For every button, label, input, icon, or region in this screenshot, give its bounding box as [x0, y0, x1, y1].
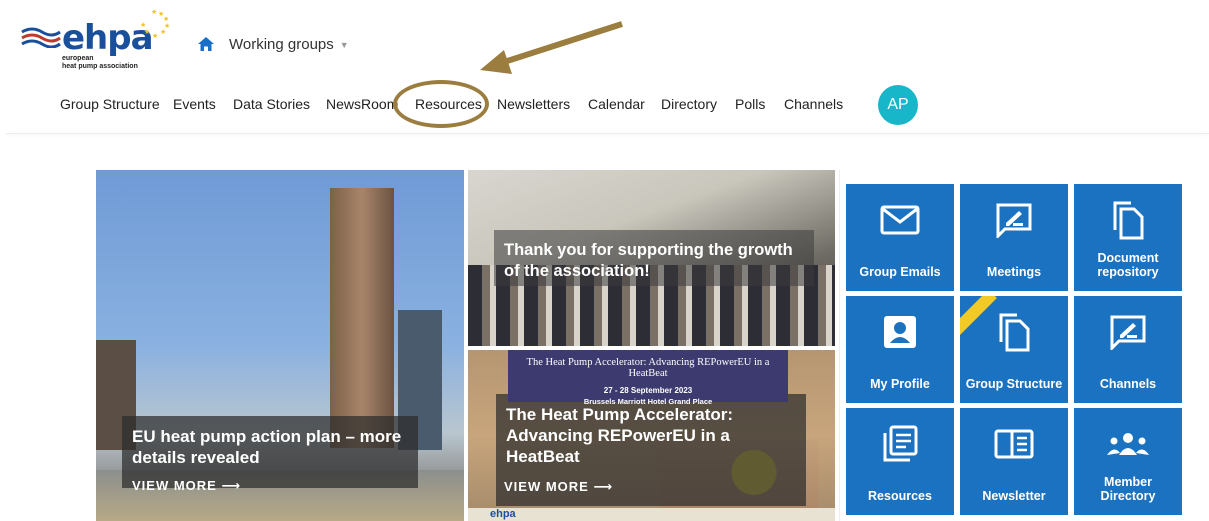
card-title: The Heat Pump Accelerator: Advancing REP… [506, 405, 734, 466]
svg-text:★: ★ [160, 28, 166, 36]
nav-item-polls[interactable]: Polls [735, 96, 765, 112]
tile-my-profile[interactable]: My Profile [846, 296, 954, 403]
resources-icon [883, 425, 918, 462]
caret-down-icon: ▼ [339, 39, 349, 50]
tile-group-emails[interactable]: Group Emails [846, 184, 954, 291]
banner-title: The Heat Pump Accelerator: Advancing REP… [526, 357, 770, 379]
chat-edit-icon [996, 203, 1032, 238]
card-title-box: Thank you for supporting the growth of t… [494, 230, 814, 286]
arrow-right-icon: ⟶ [593, 479, 614, 494]
nav-item-events[interactable]: Events [173, 96, 216, 112]
documents-icon [999, 313, 1030, 352]
arrow-right-icon: ⟶ [221, 478, 242, 493]
nav-item-newsroom[interactable]: NewsRoom [326, 96, 398, 112]
page: ehpa european heat pump association ★ ★ ★ … [0, 0, 1209, 521]
working-groups-dropdown[interactable]: Working groups ▼ [229, 36, 349, 53]
card-footer-strip: ehpa [468, 508, 835, 521]
annotation-arrow-icon [480, 21, 623, 74]
banner-date: 27 - 28 September 2023 [603, 386, 693, 395]
members-icon [1107, 433, 1149, 455]
footer-logo: ehpa [490, 508, 516, 520]
nav-item-group-structure[interactable]: Group Structure [60, 96, 160, 112]
tile-group-structure[interactable]: Group Structure [960, 296, 1068, 403]
tile-member-directory[interactable]: Member Directory [1074, 408, 1182, 515]
waves-icon [21, 27, 61, 48]
documents-icon [1113, 201, 1144, 240]
tile-channels[interactable]: Channels [1074, 296, 1182, 403]
nav-item-directory[interactable]: Directory [661, 96, 717, 112]
highlight-ring [393, 80, 489, 128]
eu-stars-icon: ★ ★★ ★★★ ★★ [140, 8, 170, 40]
nav-item-data-stories[interactable]: Data Stories [233, 96, 310, 112]
card-title: EU heat pump action plan – more details … [132, 427, 402, 467]
svg-text:★: ★ [140, 21, 146, 29]
profile-icon [884, 316, 916, 348]
home-icon[interactable] [197, 36, 215, 52]
tile-newsletter[interactable]: Newsletter [960, 408, 1068, 515]
event-banner: The Heat Pump Accelerator: Advancing REP… [508, 350, 788, 406]
svg-text:★: ★ [151, 8, 157, 16]
logo-subtitle: european heat pump association [62, 55, 138, 70]
new-ribbon [960, 296, 997, 341]
envelope-icon [880, 205, 920, 235]
user-avatar[interactable]: AP [878, 85, 918, 125]
ehpa-logo[interactable]: ehpa european heat pump association ★ ★ ★ … [20, 8, 170, 74]
nav-item-newsletters[interactable]: Newsletters [497, 96, 570, 112]
tile-meetings[interactable]: Meetings [960, 184, 1068, 291]
chat-edit-icon [1110, 315, 1146, 350]
working-groups-label: Working groups [229, 36, 334, 53]
card-title: Thank you for supporting the growth of t… [504, 241, 793, 280]
view-more-link[interactable]: VIEW MORE ⟶ [132, 478, 241, 494]
view-more-link[interactable]: VIEW MORE ⟶ [504, 479, 613, 495]
header-divider [6, 133, 1209, 134]
banner-venue: Brussels Marriott Hotel Grand Place [583, 397, 713, 406]
newsletter-icon [994, 429, 1034, 459]
skyscraper-image [330, 188, 394, 448]
tile-document-repository[interactable]: Document repository [1074, 184, 1182, 291]
svg-text:★: ★ [152, 32, 158, 40]
news-card-thank-you[interactable]: Thank you for supporting the growth of t… [468, 170, 835, 346]
svg-text:★: ★ [144, 28, 150, 36]
nav-item-calendar[interactable]: Calendar [588, 96, 645, 112]
nav-item-channels[interactable]: Channels [784, 96, 843, 112]
tile-resources[interactable]: Resources [846, 408, 954, 515]
news-card-action-plan[interactable]: EU heat pump action plan – more details … [96, 170, 464, 521]
